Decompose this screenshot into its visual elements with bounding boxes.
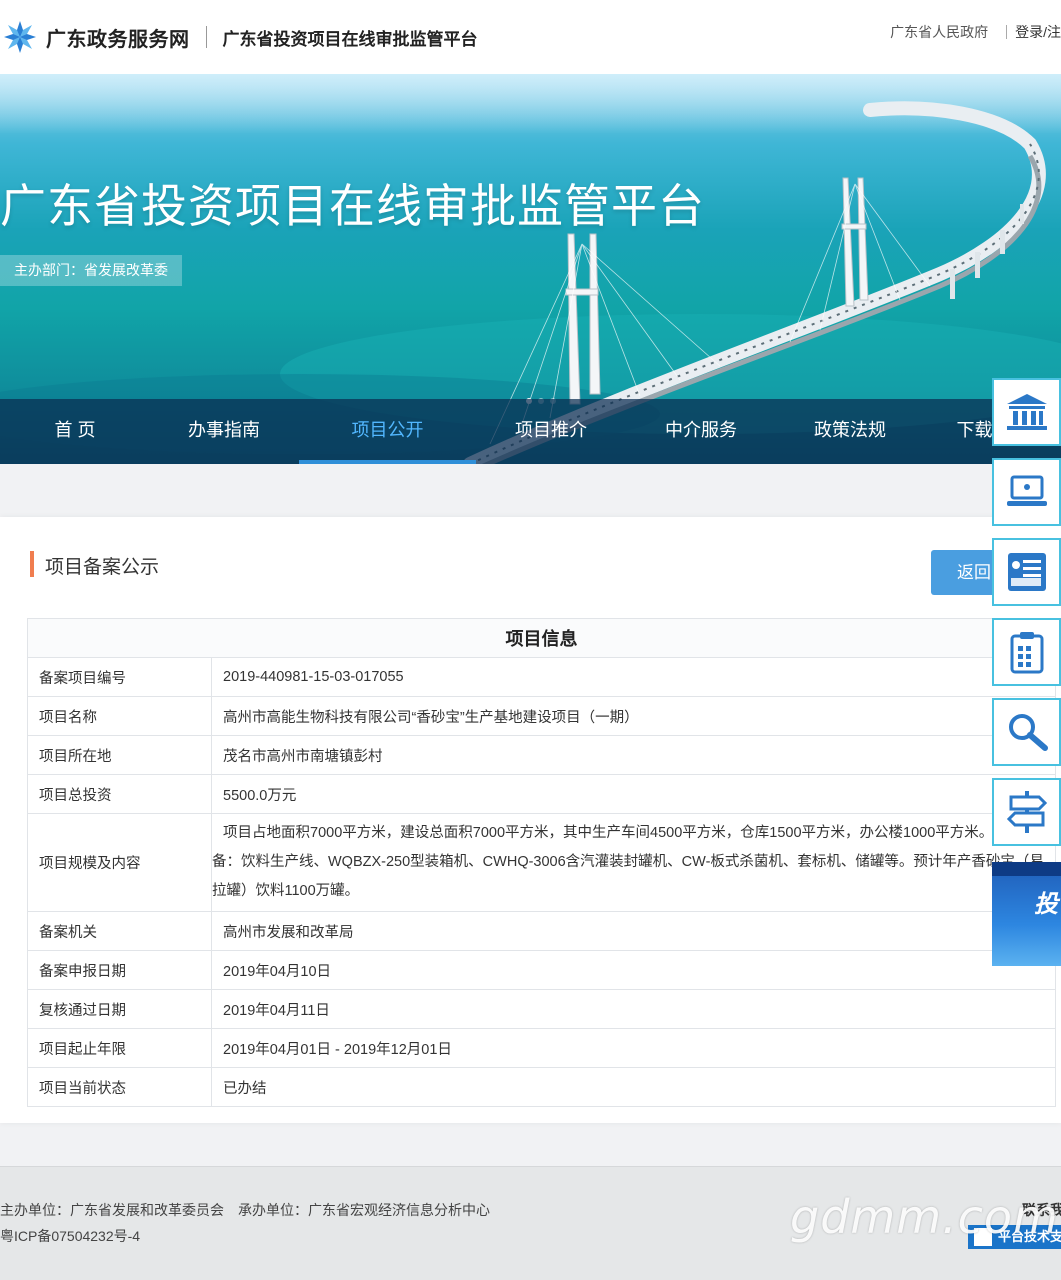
nav-project-public[interactable]: 项目公开	[299, 399, 476, 464]
row-label: 项目所在地	[27, 735, 212, 775]
banner-title: 广东省投资项目在线审批监管平台	[0, 180, 705, 232]
nav-home[interactable]: 首 页	[0, 399, 150, 464]
row-label: 备案申报日期	[27, 950, 212, 990]
banner-sponsor: 主办部门：省发展改革委	[0, 255, 182, 286]
table-row: 项目规模及内容 项目占地面积7000平方米，建设总面积7000平方米，其中生产车…	[27, 813, 1056, 912]
row-value: 已办结	[211, 1067, 1056, 1107]
table-row: 项目当前状态 已办结	[27, 1067, 1056, 1107]
promo-banner[interactable]: 投	[992, 862, 1061, 966]
table-row: 项目总投资 5500.0万元	[27, 774, 1056, 814]
row-value: 2019年04月11日	[211, 989, 1056, 1029]
footer-host: 主办单位：广东省发展和改革委员会	[0, 1202, 224, 1218]
site-logo[interactable]: 广东政务服务网	[2, 19, 190, 55]
row-label: 项目当前状态	[27, 1067, 212, 1107]
row-label: 备案项目编号	[27, 657, 212, 697]
row-label: 项目总投资	[27, 774, 212, 814]
top-header: 广东政务服务网 广东省投资项目在线审批监管平台 广东省人民政府 登录/注	[0, 0, 1061, 74]
nav-project-public-label: 项目公开	[351, 420, 424, 440]
gov-link[interactable]: 广东省人民政府	[890, 22, 988, 42]
table-row: 备案申报日期 2019年04月10日	[27, 950, 1056, 990]
nav-policy[interactable]: 政策法规	[776, 399, 924, 464]
footer-units: 主办单位：广东省发展和改革委员会 承办单位：广东省宏观经济信息分析中心	[0, 1200, 490, 1220]
row-label: 备案机关	[27, 911, 212, 951]
row-label: 项目起止年限	[27, 1028, 212, 1068]
watermark: gdmm.com	[790, 1190, 1059, 1244]
row-value: 2019-440981-15-03-017055	[211, 657, 1056, 697]
row-value: 茂名市高州市南塘镇彭村	[211, 735, 1056, 775]
logo-text: 广东政务服务网	[46, 28, 190, 51]
table-row: 备案项目编号 2019-440981-15-03-017055	[27, 657, 1056, 697]
main-nav: 首 页 办事指南 项目公开 项目推介 中介服务 政策法规 下载专区	[0, 399, 1061, 464]
platform-title[interactable]: 广东省投资项目在线审批监管平台	[223, 25, 478, 50]
project-info-table: 项目信息 备案项目编号 2019-440981-15-03-017055 项目名…	[27, 618, 1056, 1107]
signpost-icon[interactable]	[992, 778, 1061, 846]
table-header: 项目信息	[27, 618, 1056, 658]
row-value: 2019年04月01日 - 2019年12月01日	[211, 1028, 1056, 1068]
login-link[interactable]: 登录/注	[1015, 22, 1061, 42]
laptop-icon[interactable]	[992, 458, 1061, 526]
table-row: 项目所在地 茂名市高州市南塘镇彭村	[27, 735, 1056, 775]
table-row: 复核通过日期 2019年04月11日	[27, 989, 1056, 1029]
nav-active-underline	[299, 460, 476, 464]
row-value: 5500.0万元	[211, 774, 1056, 814]
promo-stripe	[992, 862, 1061, 876]
row-value: 高州市高能生物科技有限公司“香砂宝”生产基地建设项目（一期）	[211, 696, 1056, 736]
link-divider	[1006, 25, 1008, 39]
row-value: 高州市发展和改革局	[211, 911, 1056, 951]
nav-agency-service[interactable]: 中介服务	[626, 399, 776, 464]
table-row: 项目名称 高州市高能生物科技有限公司“香砂宝”生产基地建设项目（一期）	[27, 696, 1056, 736]
footer-organizer: 承办单位：广东省宏观经济信息分析中心	[238, 1202, 490, 1218]
row-value: 2019年04月10日	[211, 950, 1056, 990]
content-card: 项目备案公示 返回列表 项目信息 备案项目编号 2019-440981-15-0…	[0, 517, 1061, 1123]
clipboard-icon[interactable]	[992, 618, 1061, 686]
section-accent-bar	[30, 551, 34, 577]
row-value: 项目占地面积7000平方米，建设总面积7000平方米，其中生产车间4500平方米…	[211, 813, 1056, 912]
search-icon[interactable]	[992, 698, 1061, 766]
row-label: 复核通过日期	[27, 989, 212, 1029]
table-header-row: 项目信息	[27, 618, 1056, 658]
nav-guide[interactable]: 办事指南	[150, 399, 298, 464]
header-divider	[205, 26, 207, 48]
table-row: 项目起止年限 2019年04月01日 - 2019年12月01日	[27, 1028, 1056, 1068]
table-row: 备案机关 高州市发展和改革局	[27, 911, 1056, 951]
header-links: 广东省人民政府 登录/注	[890, 22, 1061, 42]
document-person-icon[interactable]	[992, 538, 1061, 606]
footer-icp[interactable]: 粤ICP备07504232号-4	[0, 1226, 140, 1246]
logo-star-icon	[2, 19, 38, 55]
promo-text: 投	[1034, 891, 1058, 918]
section-title: 项目备案公示	[45, 557, 160, 578]
row-label: 项目规模及内容	[27, 813, 212, 912]
row-label: 项目名称	[27, 696, 212, 736]
government-building-icon[interactable]	[992, 378, 1061, 446]
nav-project-promotion[interactable]: 项目推介	[476, 399, 626, 464]
